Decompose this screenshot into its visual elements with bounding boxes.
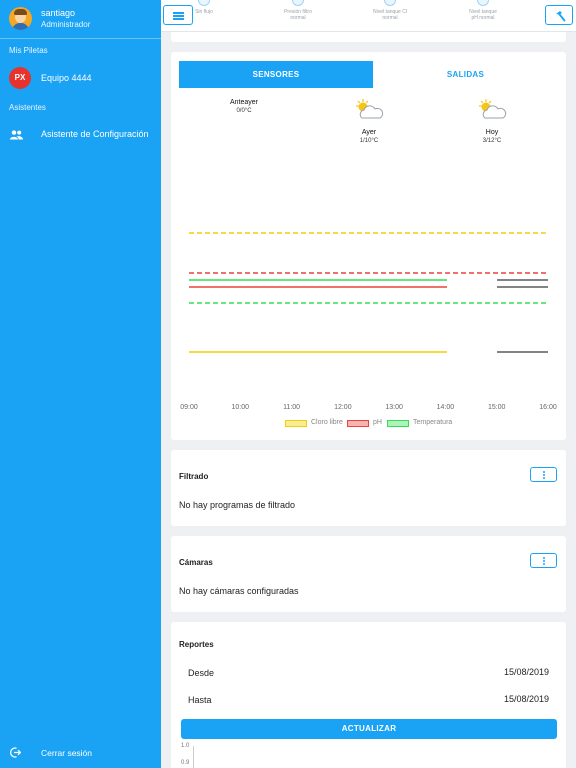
status-line: Sin flujo: [195, 9, 213, 15]
legend-label: Temperatura: [413, 419, 453, 426]
sensors-card: SENSORES SALIDAS Anteayer 0/0°C Ayer 1/1…: [171, 52, 566, 440]
legend-swatch: [285, 420, 307, 427]
camaras-options-button[interactable]: [530, 553, 557, 568]
status-line: normal: [382, 15, 398, 21]
user-role: Administrador: [41, 20, 91, 29]
status-dot: [477, 0, 489, 6]
legend-label: Cloro libre: [311, 419, 343, 426]
kebab-icon-dot: [543, 560, 545, 562]
top-bar: Sin flujo Presión filtro normal Nivel ta…: [161, 0, 576, 32]
x-tick-label: 15:00: [488, 404, 506, 411]
filtrado-title: Filtrado: [179, 472, 209, 481]
report-chart-tick: 1.0: [181, 743, 190, 749]
legend-swatch: [347, 420, 369, 427]
kebab-icon-dot: [543, 477, 545, 479]
filtrado-card: Filtrado No hay programas de filtrado: [171, 450, 566, 526]
status-text: Nivel tanque pH normal: [448, 9, 518, 21]
previous-card-strip: [171, 32, 566, 42]
pool-name: Equipo 4444: [41, 73, 92, 83]
x-tick-label: 14:00: [437, 404, 455, 411]
status-line: normal: [290, 15, 306, 21]
report-chart-tick: 0.9: [181, 760, 190, 766]
kebab-icon: [543, 471, 545, 473]
status-text: Nivel tanque Cl normal: [355, 9, 425, 21]
sidebar-item-assistant[interactable]: Asistente de Configuración: [0, 124, 161, 144]
status-text: Presión filtro normal: [263, 9, 333, 21]
desde-label: Desde: [188, 668, 215, 678]
kebab-icon-dot: [543, 474, 545, 476]
reportes-card: Reportes Desde 15/08/2019 Hasta 15/08/20…: [171, 622, 566, 768]
sidebar-section-assistants: Asistentes: [9, 103, 46, 112]
legend-label: pH: [373, 419, 382, 426]
status-dot: [292, 0, 304, 6]
camaras-card: Cámaras No hay cámaras configuradas: [171, 536, 566, 612]
tools-button[interactable]: [545, 5, 573, 25]
status-text: Sin flujo: [169, 9, 239, 15]
people-icon: [10, 127, 23, 145]
status-filter-pressure: Presión filtro normal: [263, 0, 333, 32]
pool-badge: PX: [9, 67, 31, 89]
sidebar-section-pools: Mis Piletas: [9, 46, 48, 55]
camaras-title: Cámaras: [179, 558, 213, 567]
desde-date[interactable]: 15/08/2019: [504, 667, 549, 677]
x-tick-label: 11:00: [283, 404, 300, 411]
hasta-label: Hasta: [188, 695, 212, 705]
status-ph-tank: Nivel tanque pH normal: [448, 0, 518, 32]
actualizar-button[interactable]: ACTUALIZAR: [181, 719, 557, 739]
x-tick-label: 16:00: [539, 404, 557, 411]
x-tick-label: 10:00: [232, 404, 250, 411]
kebab-icon: [543, 557, 545, 559]
filtrado-options-button[interactable]: [530, 467, 557, 482]
sidebar-divider: [0, 38, 161, 39]
x-tick-label: 09:00: [180, 404, 198, 411]
sensor-chart: 09:00 10:00 11:00 12:00 13:00 14:00 15:00 16:00: [180, 232, 557, 411]
status-dot: [198, 0, 210, 6]
hammer-icon: [554, 9, 566, 27]
user-name: santiago: [41, 8, 76, 18]
logout-button[interactable]: Cerrar sesión: [0, 742, 161, 762]
reportes-title: Reportes: [179, 640, 214, 649]
x-tick-label: 13:00: [385, 404, 403, 411]
camaras-empty-text: No hay cámaras configuradas: [179, 586, 299, 596]
sidebar-item-pool[interactable]: PX Equipo 4444: [0, 64, 161, 92]
assistant-label: Asistente de Configuración: [41, 129, 149, 139]
kebab-icon-dot: [543, 563, 545, 565]
status-cl-tank: Nivel tanque Cl normal: [355, 0, 425, 32]
hasta-date[interactable]: 15/08/2019: [504, 694, 549, 704]
status-dot: [384, 0, 396, 6]
report-chart-axis: [193, 746, 194, 768]
legend-swatch: [387, 420, 409, 427]
x-tick-label: 12:00: [334, 404, 352, 411]
filtrado-empty-text: No hay programas de filtrado: [179, 500, 296, 510]
logout-icon: [10, 745, 22, 763]
status-line: pH normal: [471, 15, 495, 21]
logout-label: Cerrar sesión: [41, 748, 93, 758]
sidebar: santiago Administrador Mis Piletas PX Eq…: [0, 0, 161, 768]
user-profile[interactable]: santiago Administrador: [9, 7, 159, 33]
avatar: [9, 7, 32, 30]
status-flow: Sin flujo: [169, 0, 239, 32]
